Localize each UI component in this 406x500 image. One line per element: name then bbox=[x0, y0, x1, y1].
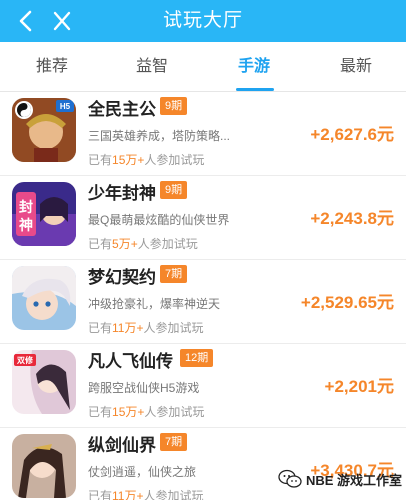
game-description: 跨服空战仙侠H5游戏 bbox=[88, 381, 200, 395]
svg-text:H5: H5 bbox=[60, 102, 71, 111]
category-tabs: 推荐 益智 手游 最新 bbox=[0, 42, 406, 92]
watermark: NBE 游戏工作室 bbox=[278, 468, 402, 490]
period-badge: 7期 bbox=[160, 433, 188, 451]
game-list: H5 全民主公 9期 三国英雄养成，塔防策略... 已有15万+人参加试玩 +2… bbox=[0, 92, 406, 500]
active-tab-indicator bbox=[236, 88, 274, 91]
participant-count: 已有11万+人参加试玩 bbox=[88, 321, 204, 335]
participant-count: 已有15万+人参加试玩 bbox=[88, 405, 205, 419]
period-badge: 9期 bbox=[160, 181, 188, 199]
reward-amount: +2,243.8元 bbox=[310, 209, 394, 228]
list-item[interactable]: 封 神 少年封神 9期 最Q最萌最炫酷的仙侠世界 已有5万+人参加试玩 +2,2… bbox=[0, 176, 406, 260]
list-item[interactable]: H5 全民主公 9期 三国英雄养成，塔防策略... 已有15万+人参加试玩 +2… bbox=[0, 92, 406, 176]
svg-text:神: 神 bbox=[19, 217, 33, 234]
game-name: 全民主公 bbox=[88, 100, 156, 119]
game-icon-zongjianxianjie bbox=[12, 434, 76, 498]
svg-text:双修: 双修 bbox=[17, 355, 34, 365]
game-name: 梦幻契约 bbox=[88, 268, 156, 287]
game-description: 仗剑逍遥，仙侠之旅 bbox=[88, 465, 197, 479]
period-badge: 12期 bbox=[180, 349, 214, 367]
tab-latest[interactable]: 最新 bbox=[306, 42, 406, 92]
list-item[interactable]: 梦幻契约 7期 冲级抢豪礼，爆率神逆天 已有11万+人参加试玩 +2,529.6… bbox=[0, 260, 406, 344]
game-description: 冲级抢豪礼，爆率神逆天 bbox=[88, 297, 221, 311]
participant-count: 已有11万+人参加试玩 bbox=[88, 489, 204, 500]
game-icon-fanrenfeixianzhuan: 双修 bbox=[12, 350, 76, 414]
reward-amount: +2,627.6元 bbox=[310, 125, 394, 144]
game-description: 三国英雄养成，塔防策略... bbox=[88, 129, 231, 143]
game-name: 纵剑仙界 bbox=[88, 436, 156, 455]
game-description: 最Q最萌最炫酷的仙侠世界 bbox=[88, 213, 230, 227]
game-name: 凡人飞仙传 bbox=[88, 352, 173, 371]
period-badge: 7期 bbox=[160, 265, 188, 283]
game-icon-quanminzhugong: H5 bbox=[12, 98, 76, 162]
tab-mobile-games[interactable]: 手游 bbox=[204, 42, 304, 92]
reward-amount: +2,201元 bbox=[324, 377, 394, 396]
game-name: 少年封神 bbox=[88, 184, 156, 203]
participant-count: 已有15万+人参加试玩 bbox=[88, 153, 205, 167]
tab-recommend[interactable]: 推荐 bbox=[2, 42, 102, 92]
participant-count: 已有5万+人参加试玩 bbox=[88, 237, 198, 251]
svg-text:封: 封 bbox=[19, 199, 33, 216]
header-bar: 试玩大厅 bbox=[0, 0, 406, 42]
watermark-text: NBE 游戏工作室 bbox=[305, 472, 402, 488]
period-badge: 9期 bbox=[160, 97, 188, 115]
tab-puzzle[interactable]: 益智 bbox=[102, 42, 202, 92]
wechat-icon bbox=[278, 469, 302, 488]
game-icon-shaonianfengshen: 封 神 bbox=[12, 182, 76, 246]
page-title: 试玩大厅 bbox=[162, 10, 243, 31]
list-item[interactable]: 双修 凡人飞仙传 12期 跨服空战仙侠H5游戏 已有15万+人参加试玩 +2,2… bbox=[0, 344, 406, 428]
reward-amount: +2,529.65元 bbox=[300, 293, 394, 312]
game-icon-menghuanqiyue bbox=[12, 266, 76, 330]
